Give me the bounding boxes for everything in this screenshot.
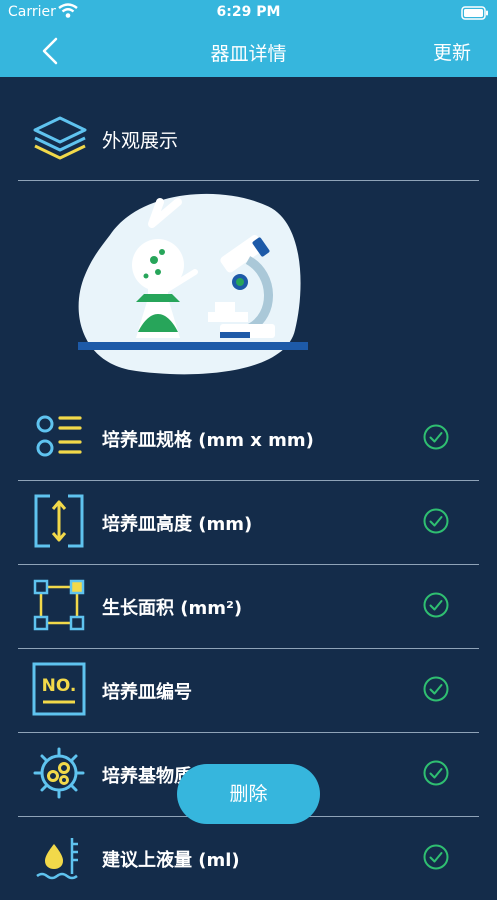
check-icon — [422, 675, 450, 707]
culture-icon — [32, 746, 86, 806]
check-icon — [422, 507, 450, 539]
check-icon — [422, 759, 450, 791]
row-label: 建议上液量 (ml) — [102, 850, 240, 871]
clock-time: 6:29 PM — [216, 4, 281, 20]
liquid-row[interactable]: 建议上液量 (ml) — [18, 816, 479, 900]
liquid-icon — [32, 830, 86, 890]
layers-icon — [32, 110, 88, 170]
row-label: 生长面积 (mm²) — [102, 598, 243, 619]
number-icon: NO. — [32, 662, 86, 722]
battery-icon — [461, 5, 489, 24]
row-label: 培养皿规格 (mm x mm) — [102, 430, 314, 451]
status-bar: Carrier 6:29 PM — [0, 0, 497, 25]
area-row[interactable]: 生长面积 (mm²) — [18, 564, 479, 649]
svg-text:NO.: NO. — [42, 676, 77, 696]
row-label: 培养皿编号 — [102, 682, 192, 703]
page-title: 器皿详情 — [210, 43, 287, 65]
delete-button[interactable]: 删除 — [177, 764, 320, 824]
check-icon — [422, 423, 450, 455]
area-icon — [32, 578, 86, 638]
appearance-section-header: 外观展示 — [18, 98, 479, 181]
height-icon — [32, 494, 86, 554]
height-row[interactable]: 培养皿高度 (mm) — [18, 480, 479, 565]
update-button[interactable]: 更新 — [433, 38, 471, 65]
check-icon — [422, 591, 450, 623]
number-row[interactable]: NO. 培养皿编号 — [18, 648, 479, 733]
row-label: 培养皿高度 (mm) — [102, 514, 253, 535]
spec-list-icon — [32, 410, 86, 470]
spec-row[interactable]: 培养皿规格 (mm x mm) — [18, 396, 479, 481]
navigation-bar: 器皿详情 更新 — [0, 25, 497, 77]
lab-equipment-illustration — [70, 190, 310, 384]
section-title: 外观展示 — [102, 130, 179, 152]
check-icon — [422, 843, 450, 875]
